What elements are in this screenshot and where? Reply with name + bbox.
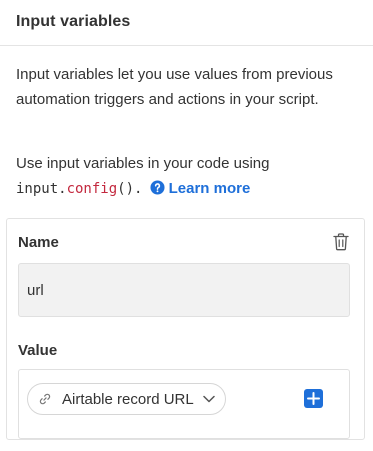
plus-icon [307, 392, 320, 405]
panel-title: Input variables [16, 13, 131, 30]
value-token-label: Airtable record URL [62, 390, 194, 408]
name-label: Name [18, 234, 59, 251]
chevron-down-icon[interactable] [202, 395, 215, 403]
panel-description: Input variables let you use values from … [16, 66, 333, 108]
learn-more-link[interactable]: Learn more [169, 180, 251, 197]
value-token-pill[interactable]: Airtable record URL [27, 383, 226, 415]
value-field[interactable]: Airtable record URL [18, 369, 350, 439]
add-value-button[interactable] [304, 389, 323, 408]
code-object: input. [16, 181, 67, 197]
code-suffix: (). [117, 181, 143, 197]
trash-icon[interactable] [333, 233, 349, 251]
panel-header: Input variables [0, 0, 373, 46]
code-method: config [66, 181, 118, 197]
value-label: Value [18, 342, 58, 359]
link-icon [39, 393, 51, 405]
usage-prefix: Use input variables in your code using [16, 155, 270, 172]
variable-name-input[interactable] [18, 263, 350, 317]
code-snippet: input.config(). [16, 181, 142, 197]
usage-hint: Use input variables in your code using i… [16, 151, 356, 202]
question-circle-icon[interactable] [150, 178, 165, 195]
input-variable-card: Name Value Airtable record URL [6, 218, 365, 440]
